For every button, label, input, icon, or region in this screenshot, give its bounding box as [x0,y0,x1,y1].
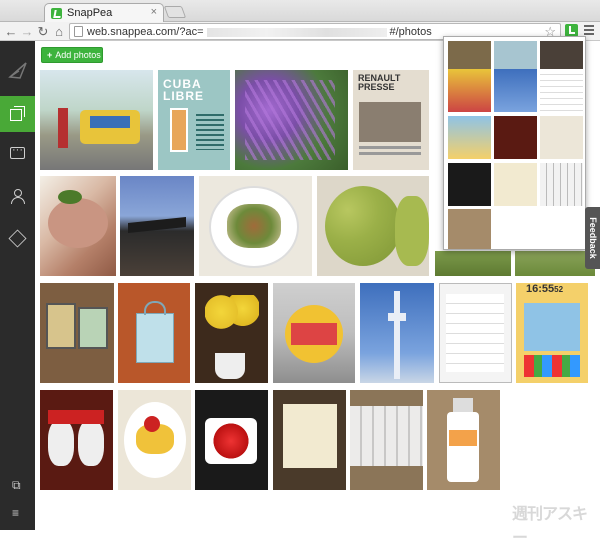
panel-thumb-snowman[interactable] [494,116,537,159]
panel-thumb-skytree[interactable] [494,69,537,112]
browser-titlebar: SnapPea × [0,0,600,22]
photo-purple-flowers[interactable] [235,70,348,170]
photo-park-partial[interactable] [435,251,511,276]
url-redacted [206,27,387,37]
watermark-logo: 週刊アスキー [512,506,588,547]
browser-tab[interactable]: SnapPea × [44,3,164,22]
feedback-label: Feedback [588,217,598,259]
apps-icon [8,229,27,248]
contacts-icon [10,189,25,204]
photo-mural-tunnel[interactable] [273,283,355,383]
photo-green-plums[interactable] [317,176,429,276]
snappea-photo-panel [443,36,586,250]
photo-omelette-plate[interactable] [118,390,191,490]
photo-dinner-plate[interactable] [199,176,312,276]
photo-keyboard[interactable] [350,390,423,490]
panel-thumb-clock[interactable] [448,116,491,159]
home-icon[interactable]: ⌂ [51,23,67,40]
cuba-libre-title: CUBA LIBRE [163,77,204,103]
photo-phone-menu[interactable] [439,283,512,383]
panel-thumb-tomatoes[interactable] [448,163,491,206]
photo-phone-clock[interactable]: 16:5552 [516,283,588,383]
phone-clock-hours: 16:55 [526,283,555,295]
sidebar-item-contacts[interactable] [0,179,35,215]
panel-thumb-bottle[interactable] [448,209,491,249]
new-tab-button[interactable] [163,6,187,18]
messages-icon [10,144,25,159]
app-sidebar: ⧉ ≡ [0,41,35,530]
photos-icon [10,106,25,121]
forward-icon[interactable]: → [19,23,35,40]
photo-theme-park-train[interactable] [40,70,153,170]
photo-renault-presse[interactable]: RENAULT PRESSE [353,70,429,170]
photo-skytree[interactable] [360,283,434,383]
photo-tofu-block[interactable] [273,390,346,490]
url-suffix: #/photos [389,26,432,38]
photo-cherry-tomatoes[interactable] [195,390,268,490]
photo-snowman-figures[interactable] [40,390,113,490]
photo-yellow-tulips[interactable] [195,283,268,383]
photo-snack-tins[interactable] [40,283,114,383]
panel-thumb-tofu[interactable] [494,163,537,206]
feedback-tab[interactable]: Feedback [585,207,600,269]
tab-title: SnapPea [67,7,113,19]
photo-garden-partial[interactable] [515,251,595,276]
panel-thumb-omelette[interactable] [540,116,583,159]
page-icon [74,26,83,37]
add-photos-label: Add photos [55,50,101,60]
sidebar-item-apps[interactable] [0,221,35,257]
add-icon: + [47,50,53,60]
photo-liquid-bottle[interactable] [427,390,500,490]
tab-close-icon[interactable]: × [151,6,157,18]
phone-clock-seconds: 52 [554,285,564,294]
panel-thumb-keyboard[interactable] [540,163,583,206]
phone-clock-time: 16:5552 [526,283,563,295]
url-prefix: web.snappea.com/?ac= [87,26,204,38]
photo-cuba-libre[interactable]: CUBA LIBRE [158,70,230,170]
snappea-favicon-icon [51,8,62,19]
photo-temple-gate[interactable] [120,176,194,276]
reload-icon[interactable]: ↻ [35,23,51,40]
sidebar-item-photos[interactable] [0,96,35,132]
renault-title: RENAULT PRESSE [358,73,401,92]
snappea-logo-icon [8,62,27,79]
photo-roast-beef[interactable] [40,176,116,276]
menu-icon[interactable]: ≡ [12,506,19,520]
sidebar-item-messages[interactable] [0,137,35,173]
panel-thumb-menu[interactable] [540,69,583,112]
panel-thumb-mural[interactable] [448,69,491,112]
url-text: web.snappea.com/?ac= #/photos [87,26,432,38]
photo-gift-bag[interactable] [118,283,190,383]
copy-icon[interactable]: ⧉ [12,478,21,493]
add-photos-button[interactable]: + Add photos [41,47,103,63]
back-icon[interactable]: ← [3,23,19,40]
